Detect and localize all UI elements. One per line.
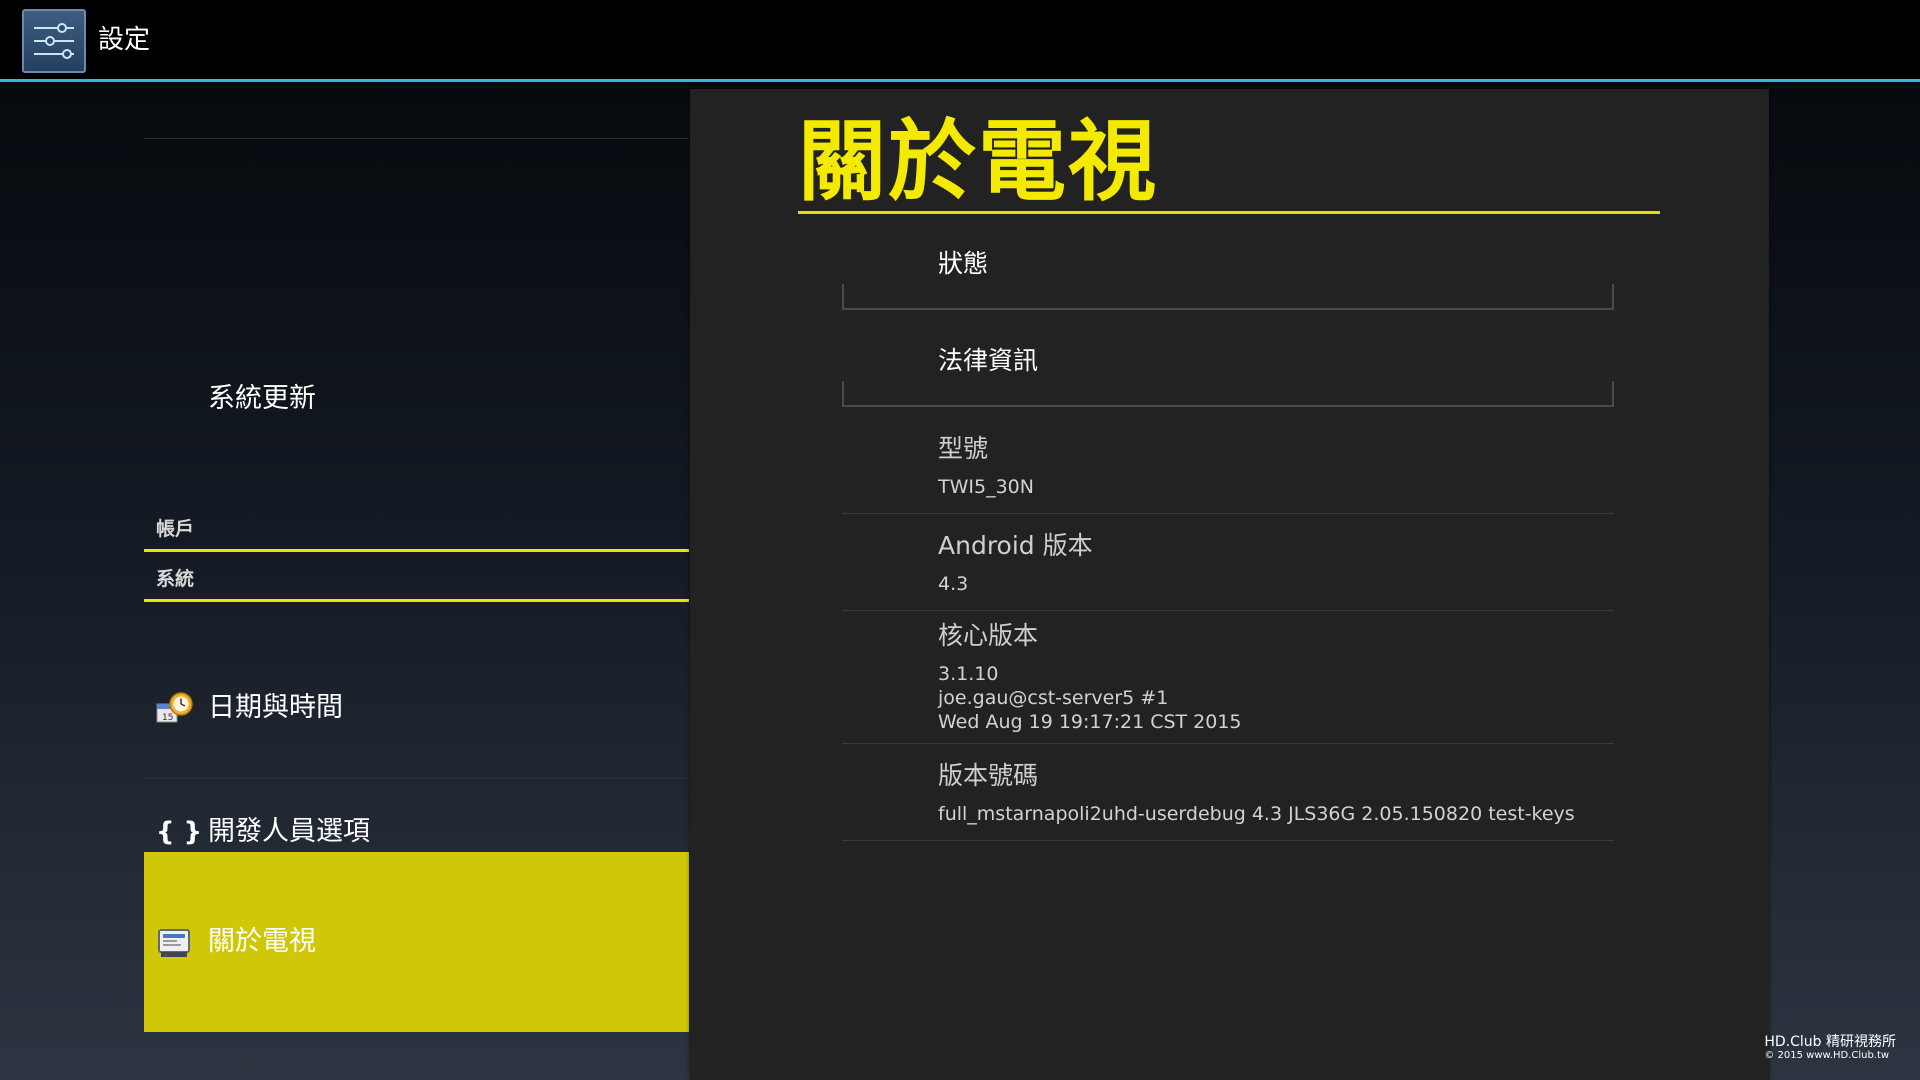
sidebar-item-label: 系統更新 — [208, 383, 316, 414]
divider — [144, 138, 689, 139]
detail-pane: 關於電視 狀態 法律資訊 型號 TWI5_30N Android 版本 4.3 … — [690, 89, 1769, 1080]
sidebar-item-about-tv[interactable]: 關於電視 — [144, 852, 689, 1032]
header-accounts: 帳戶 — [144, 504, 689, 552]
pref-summary: 4.3 — [938, 573, 969, 595]
header-system: 系統 — [144, 554, 689, 602]
watermark-line: HD.Club 精研視務所 — [1764, 1034, 1896, 1050]
pref-kernel-version: 核心版本 3.1.10 joe.gau@cst-server5 #1 Wed A… — [842, 611, 1614, 744]
pref-title: Android 版本 — [938, 531, 1093, 560]
pref-model: 型號 TWI5_30N — [842, 424, 1614, 514]
divider — [144, 778, 689, 779]
divider — [842, 840, 1614, 841]
pref-title: 狀態 — [938, 249, 989, 278]
pref-summary: full_mstarnapoli2uhd-userdebug 4.3 JLS36… — [938, 803, 1575, 825]
action-bar: 設定 — [0, 0, 1920, 82]
header-label: 系統 — [156, 568, 195, 590]
title-underline — [798, 211, 1660, 214]
watermark: HD.Club 精研視務所 © 2015 www.HD.Club.tw — [1764, 1034, 1896, 1062]
pref-legal-info[interactable]: 法律資訊 — [842, 336, 1614, 411]
sidebar-item-label: 開發人員選項 — [208, 816, 370, 847]
tv-info-icon — [156, 924, 194, 962]
divider — [842, 743, 1614, 744]
pref-frame — [842, 381, 1614, 407]
sidebar-item-label: 關於電視 — [208, 926, 316, 957]
pref-status[interactable]: 狀態 — [842, 239, 1614, 314]
app-title: 設定 — [98, 25, 151, 55]
header-label: 帳戶 — [156, 518, 195, 540]
sidebar-item-label: 日期與時間 — [208, 692, 343, 723]
pref-summary: joe.gau@cst-server5 #1 — [938, 687, 1169, 709]
settings-sliders-icon[interactable] — [22, 9, 86, 73]
pref-summary: TWI5_30N — [938, 476, 1034, 498]
pref-title: 版本號碼 — [938, 761, 1039, 790]
divider — [842, 513, 1614, 514]
pref-build-number: 版本號碼 full_mstarnapoli2uhd-userdebug 4.3 … — [842, 751, 1614, 841]
sidebar-item-date-time[interactable]: 15 日期與時間 — [144, 690, 689, 730]
sidebar-item-developer-options[interactable]: { } 開發人員選項 — [144, 814, 689, 854]
watermark-line: © 2015 www.HD.Club.tw — [1764, 1050, 1890, 1061]
svg-text:15: 15 — [162, 713, 173, 723]
clock-calendar-icon: 15 — [156, 690, 194, 728]
pref-title: 法律資訊 — [938, 346, 1039, 375]
pref-frame — [842, 284, 1614, 310]
pref-summary: 3.1.10 — [938, 663, 999, 685]
pref-android-version: Android 版本 4.3 — [842, 521, 1614, 611]
braces-icon: { } — [156, 817, 203, 847]
pref-title: 核心版本 — [938, 621, 1039, 650]
pref-title: 型號 — [938, 434, 989, 463]
settings-headers-list: 系統更新 帳戶 系統 15 日期與時間 { } 開發人員選項 關於電視 — [144, 84, 689, 1080]
page-title: 關於電視 — [798, 110, 1159, 213]
pref-summary: Wed Aug 19 19:17:21 CST 2015 — [938, 711, 1242, 733]
sidebar-item-system-update[interactable]: 系統更新 — [144, 299, 689, 414]
